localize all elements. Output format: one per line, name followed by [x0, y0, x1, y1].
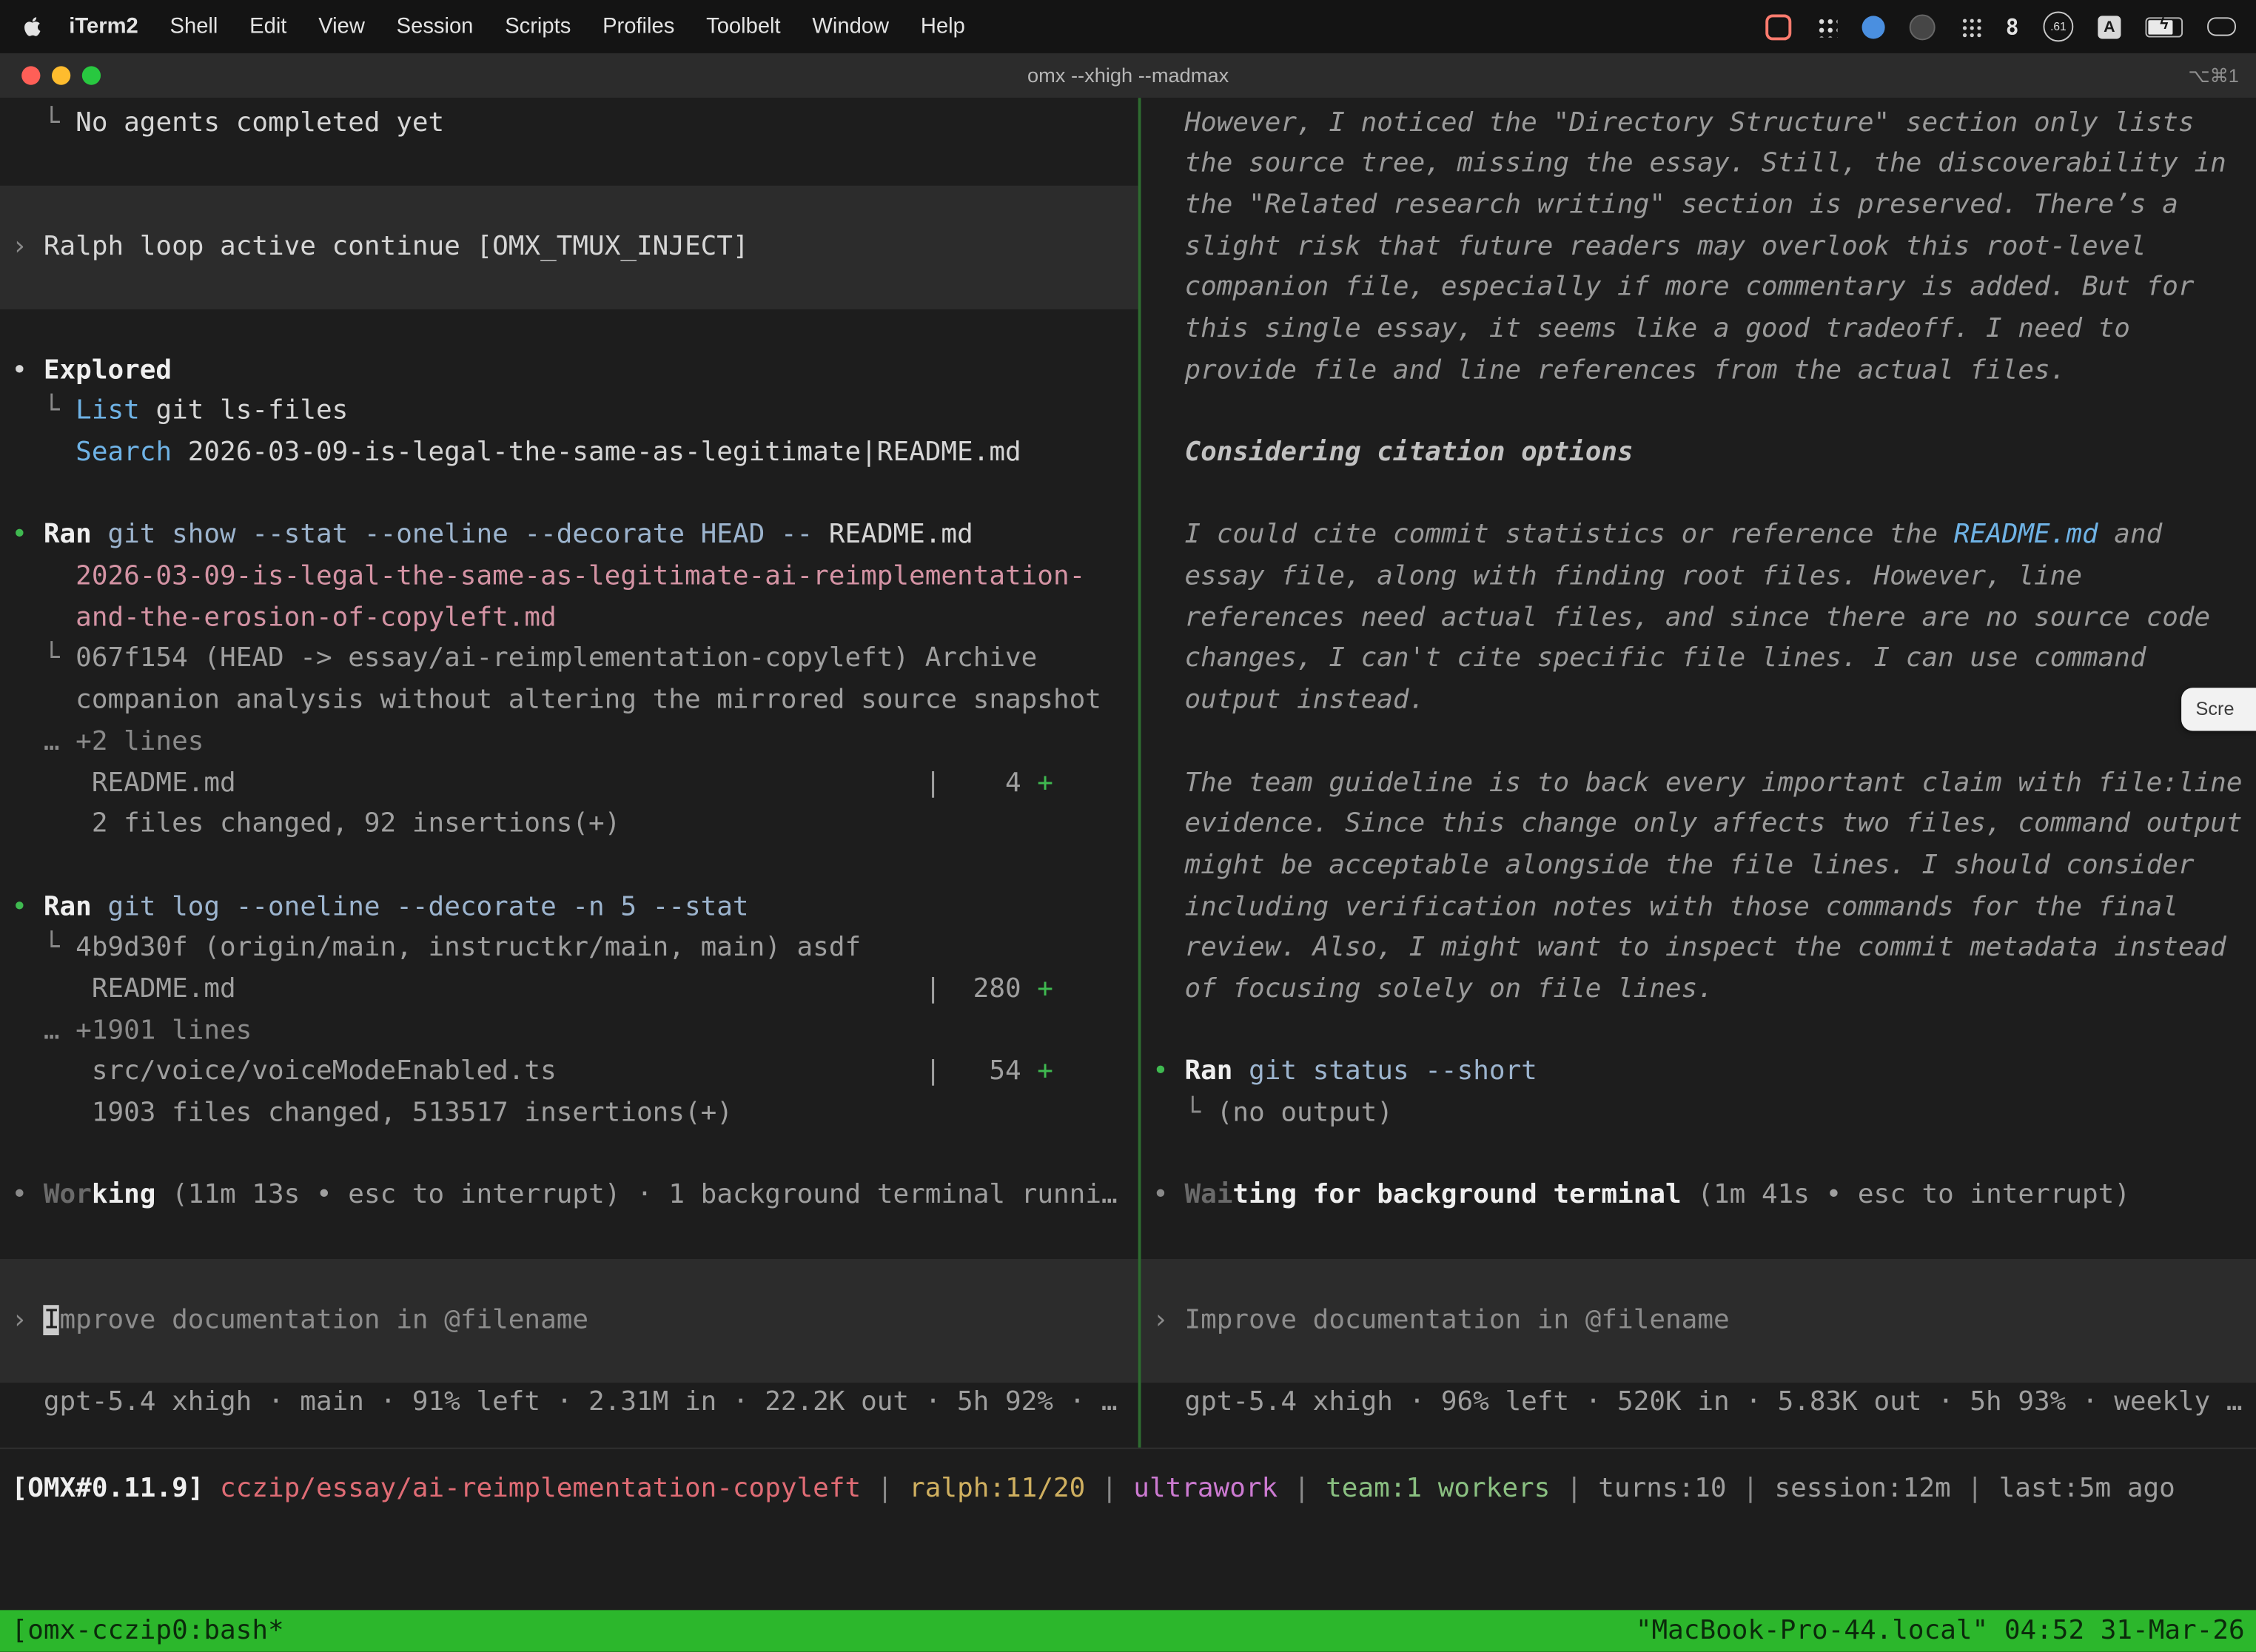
terminal-line: └ (no output) [1141, 1093, 2256, 1135]
blank-line [1141, 474, 2256, 516]
terminal-line: • Ran git status --short [1141, 1052, 2256, 1094]
terminal-line: 1903 files changed, 513517 insertions(+) [0, 1094, 1138, 1135]
blank-line [0, 144, 1138, 186]
terminal-line: However, I noticed the "Directory Struct… [1141, 103, 2256, 144]
terminal-line: The team guideline is to back every impo… [1141, 763, 2256, 805]
diffstat-line: README.md | 4 + [0, 763, 1138, 805]
diffstat-line: README.md | 280 + [0, 970, 1138, 1011]
window-shortcut: ⌥⌘1 [2188, 53, 2238, 98]
menu-item-view[interactable]: View [303, 14, 380, 38]
terminal-line: Search 2026-03-09-is-legal-the-same-as-l… [0, 433, 1138, 474]
terminal-panes: └ No agents completed yet › Ralph loop ac… [0, 98, 2256, 1448]
diffstat-line: src/voice/voiceModeEnabled.ts | 54 + [0, 1052, 1138, 1094]
terminal-line: of focusing solely on file lines. [1141, 970, 2256, 1011]
menu-item-app[interactable]: iTerm2 [53, 14, 154, 38]
omx-session-status: [OMX#0.11.9] cczip/essay/ai-reimplementa… [0, 1469, 2256, 1511]
ghost-icon[interactable]: 8 [2006, 13, 2019, 39]
terminal-line: • Ran git log --oneline --decorate -n 5 … [0, 887, 1138, 929]
thinking-heading: Considering citation options [1141, 433, 2256, 474]
menu-item-edit[interactable]: Edit [234, 14, 303, 38]
terminal-line: • Explored [0, 351, 1138, 392]
menu-item-profiles[interactable]: Profiles [587, 14, 691, 38]
gauge-icon[interactable]: .61 [2043, 12, 2073, 42]
window-title: omx --xhigh --madmax [0, 53, 2256, 98]
blank-line [1141, 1218, 2256, 1259]
blank-line [0, 309, 1138, 351]
blank-line [1141, 722, 2256, 764]
terminal-line: review. Also, I might want to inspect th… [1141, 928, 2256, 970]
terminal-line: 2026-03-09-is-legal-the-same-as-legitima… [0, 557, 1138, 599]
prompt-input[interactable]: › Improve documentation in @filename [1141, 1259, 2256, 1383]
terminal-line: └ No agents completed yet [0, 103, 1138, 144]
app-icon-dark[interactable] [1910, 13, 1936, 39]
terminal-line: companion analysis without altering the … [0, 681, 1138, 722]
menu-item-scripts[interactable]: Scripts [489, 14, 587, 38]
keyboard-layout-icon[interactable]: A [2098, 15, 2121, 38]
bento-grid-icon[interactable] [1816, 16, 1837, 37]
blank-line [1141, 1135, 2256, 1176]
terminal-line: … +1901 lines [0, 1011, 1138, 1052]
terminal-line: output instead. [1141, 681, 2256, 722]
menu-bar-status-icons: 8 .61 Aϟ [1765, 12, 2236, 42]
terminal-line: this single essay, it seems like a good … [1141, 309, 2256, 351]
blank-line [1141, 1011, 2256, 1052]
menu-item-window[interactable]: Window [796, 14, 904, 38]
blank-line [0, 1218, 1138, 1259]
menu-item-help[interactable]: Help [905, 14, 981, 38]
blank-line [1141, 392, 2256, 433]
app-icon-blue[interactable] [1861, 15, 1884, 38]
screen-share-notification[interactable]: Scre [2181, 688, 2256, 731]
terminal-line: └ 067f154 (HEAD -> essay/ai-reimplementa… [0, 639, 1138, 681]
terminal-line: companion file, especially if more comme… [1141, 268, 2256, 309]
terminal-line: … +2 lines [0, 722, 1138, 764]
terminal-line: the "Related research writing" section i… [1141, 186, 2256, 227]
right-terminal-pane[interactable]: However, I noticed the "Directory Struct… [1141, 98, 2256, 1447]
apple-menu-icon[interactable] [23, 16, 41, 37]
terminal-line: provide file and line references from th… [1141, 351, 2256, 392]
tmux-status-bar: [omx-cczip0:bash* "MacBook-Pro-44.local"… [0, 1610, 2256, 1651]
dots-grid-icon[interactable] [1960, 16, 1981, 37]
terminal-line: evidence. Since this change only affects… [1141, 805, 2256, 846]
menu-item-session[interactable]: Session [380, 14, 489, 38]
menu-item-shell[interactable]: Shell [154, 14, 234, 38]
terminal-line: and-the-erosion-of-copyleft.md [0, 598, 1138, 639]
blank-line [0, 1135, 1138, 1176]
control-center-icon[interactable] [2207, 17, 2236, 36]
terminal-line: 2 files changed, 92 insertions(+) [0, 805, 1138, 846]
blank-line [0, 846, 1138, 887]
model-status-line: gpt-5.4 xhigh · main · 91% left · 2.31M … [0, 1383, 1138, 1424]
battery-icon[interactable]: ϟ [2146, 16, 2183, 36]
terminal-line: └ List git ls-files [0, 392, 1138, 433]
terminal-line: including verification notes with those … [1141, 887, 2256, 929]
terminal-line: I could cite commit statistics or refere… [1141, 516, 2256, 557]
menu-items: ShellEditViewSessionScriptsProfilesToolb… [154, 14, 981, 38]
tmux-window-label[interactable]: [omx-cczip0:bash* [12, 1610, 284, 1651]
waiting-status-line: • Waiting for background terminal (1m 41… [1141, 1176, 2256, 1218]
screen-recording-icon[interactable] [1765, 13, 1791, 39]
tmux-host-clock: "MacBook-Pro-44.local" 04:52 31-Mar-26 [1636, 1610, 2245, 1651]
terminal-line: might be acceptable alongside the file l… [1141, 846, 2256, 887]
working-status-line: • Working (11m 13s • esc to interrupt) ·… [0, 1176, 1138, 1218]
ralph-loop-banner: › Ralph loop active continue [OMX_TMUX_I… [0, 186, 1138, 309]
terminal-line: essay file, along with finding root file… [1141, 557, 2256, 598]
terminal-line: changes, I can't cite specific file line… [1141, 639, 2256, 681]
prompt-input[interactable]: › Improve documentation in @filename [0, 1259, 1138, 1383]
terminal-line: • Ran git show --stat --oneline --decora… [0, 516, 1138, 557]
terminal-line: └ 4b9d30f (origin/main, instructkr/main,… [0, 928, 1138, 970]
menu-bar: iTerm2 ShellEditViewSessionScriptsProfil… [0, 0, 2256, 53]
left-terminal-pane[interactable]: └ No agents completed yet › Ralph loop ac… [0, 98, 1138, 1447]
screen: iTerm2 ShellEditViewSessionScriptsProfil… [0, 0, 2256, 1652]
blank-line [0, 474, 1138, 516]
menu-item-toolbelt[interactable]: Toolbelt [691, 14, 796, 38]
window-title-bar[interactable]: omx --xhigh --madmax ⌥⌘1 [0, 53, 2256, 99]
terminal-line: references need actual files, and since … [1141, 598, 2256, 639]
terminal-line: slight risk that future readers may over… [1141, 226, 2256, 268]
terminal-line: the source tree, missing the essay. Stil… [1141, 144, 2256, 186]
model-status-line: gpt-5.4 xhigh · 96% left · 520K in · 5.8… [1141, 1383, 2256, 1424]
